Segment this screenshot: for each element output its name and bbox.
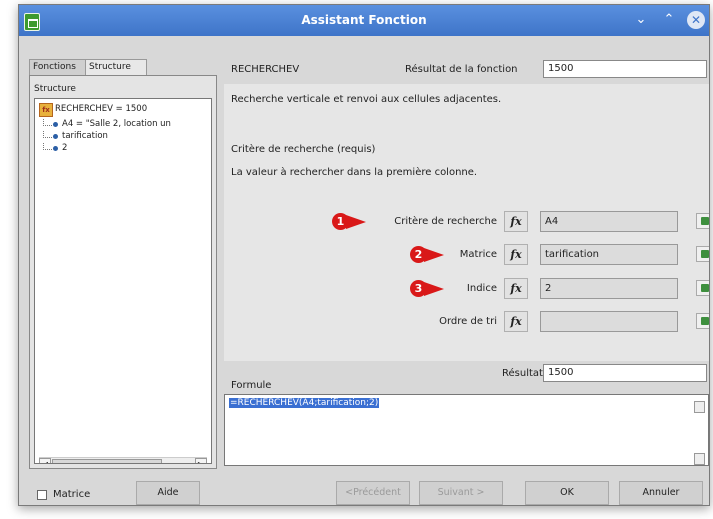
- formula-editor[interactable]: =RECHERCHEV(A4;tarification;2): [224, 394, 709, 466]
- maximize-button[interactable]: ⌃: [660, 11, 678, 29]
- argument-label: Matrice: [459, 249, 497, 260]
- chevron-up-icon: ⌃: [663, 12, 675, 27]
- chevron-down-icon: ⌄: [635, 12, 647, 27]
- result-label: Résultat: [502, 368, 543, 379]
- scroll-up-icon[interactable]: [694, 401, 705, 413]
- formula-label: Formule: [231, 380, 272, 391]
- scroll-right-icon[interactable]: ▶: [195, 458, 207, 463]
- matrix-input[interactable]: tarification: [540, 244, 678, 265]
- argument-row-index: 3 Indice fx 2: [224, 278, 709, 300]
- bullet-icon: [53, 146, 58, 151]
- function-wizard-button[interactable]: fx: [504, 278, 528, 299]
- function-wizard-button[interactable]: fx: [504, 311, 528, 332]
- structure-label: Structure: [34, 84, 76, 94]
- function-wizard-window: Assistant Fonction ⌄ ⌃ ✕ Fonctions Struc…: [18, 4, 710, 506]
- tree-root-label: RECHERCHEV = 1500: [55, 104, 148, 114]
- criteria-input[interactable]: A4: [540, 211, 678, 232]
- next-button[interactable]: Suivant >: [419, 481, 503, 505]
- matrix-checkbox-label: Matrice: [53, 489, 91, 500]
- tree-item[interactable]: 2: [43, 143, 211, 155]
- cancel-button[interactable]: Annuler: [619, 481, 703, 505]
- button-bar: Matrice Aide <Précédent Suivant > OK Ann…: [19, 473, 709, 505]
- function-wizard-button[interactable]: fx: [504, 211, 528, 232]
- callout-arrow: [346, 215, 366, 229]
- tree-item-label: tarification: [62, 131, 108, 141]
- function-name: RECHERCHEV: [231, 64, 300, 75]
- function-result-label: Résultat de la fonction: [405, 64, 518, 75]
- callout-arrow: [424, 282, 444, 296]
- function-description: Recherche verticale et renvoi aux cellul…: [231, 94, 502, 105]
- scroll-down-icon[interactable]: [694, 453, 705, 465]
- shrink-icon[interactable]: [696, 280, 709, 296]
- close-icon: ✕: [690, 13, 702, 27]
- function-icon: fx: [39, 103, 53, 117]
- tree-item[interactable]: A4 = "Salle 2, location un: [43, 119, 211, 131]
- argument-row-sort-order: Ordre de tri fx: [224, 311, 709, 333]
- structure-tree[interactable]: fx RECHERCHEV = 1500 A4 = "Salle 2, loca…: [34, 98, 212, 464]
- callout-arrow: [424, 248, 444, 262]
- tree-item-label: A4 = "Salle 2, location un: [62, 119, 171, 129]
- shrink-icon[interactable]: [696, 313, 709, 329]
- structure-panel: Structure fx RECHERCHEV = 1500 A4 = "Sal…: [29, 75, 217, 469]
- shrink-icon[interactable]: [696, 213, 709, 229]
- index-input[interactable]: 2: [540, 278, 678, 299]
- argument-label: Critère de recherche: [394, 216, 497, 227]
- argument-title: Critère de recherche (requis): [231, 144, 376, 155]
- bullet-icon: [53, 134, 58, 139]
- scroll-left-icon[interactable]: ◀: [39, 458, 51, 463]
- matrix-checkbox[interactable]: [37, 490, 47, 500]
- minimize-button[interactable]: ⌄: [632, 11, 650, 29]
- horizontal-scrollbar[interactable]: ◀ ▶: [39, 457, 207, 463]
- function-result-field: 1500: [543, 60, 707, 78]
- help-button[interactable]: Aide: [136, 481, 200, 505]
- tree-item-label: 2: [62, 143, 68, 153]
- tree-branch-line: [43, 131, 52, 138]
- tree-branch-line: [43, 119, 52, 126]
- title-bar[interactable]: Assistant Fonction ⌄ ⌃ ✕: [19, 5, 709, 36]
- window-title: Assistant Fonction: [301, 13, 427, 27]
- function-wizard-button[interactable]: fx: [504, 244, 528, 265]
- result-field: 1500: [543, 364, 707, 382]
- close-button[interactable]: ✕: [687, 11, 705, 29]
- tree-branch-line: [43, 143, 52, 150]
- tree-root[interactable]: fx RECHERCHEV = 1500: [39, 103, 211, 117]
- previous-button[interactable]: <Précédent: [336, 481, 410, 505]
- argument-row-matrix: 2 Matrice fx tarification: [224, 244, 709, 266]
- argument-label: Ordre de tri: [439, 316, 497, 327]
- bullet-icon: [53, 122, 58, 127]
- ok-button[interactable]: OK: [525, 481, 609, 505]
- tab-functions[interactable]: Fonctions: [29, 59, 89, 75]
- argument-description: La valeur à rechercher dans la première …: [231, 167, 478, 178]
- shrink-icon[interactable]: [696, 246, 709, 262]
- arguments-panel: Recherche verticale et renvoi aux cellul…: [224, 84, 709, 361]
- tree-item[interactable]: tarification: [43, 131, 211, 143]
- argument-row-criteria: 1 Critère de recherche fx A4: [224, 211, 709, 233]
- formula-text[interactable]: =RECHERCHEV(A4;tarification;2): [229, 398, 380, 408]
- sort-order-input[interactable]: [540, 311, 678, 332]
- scroll-thumb[interactable]: [52, 459, 162, 463]
- argument-label: Indice: [466, 283, 497, 294]
- tab-structure[interactable]: Structure: [85, 59, 147, 75]
